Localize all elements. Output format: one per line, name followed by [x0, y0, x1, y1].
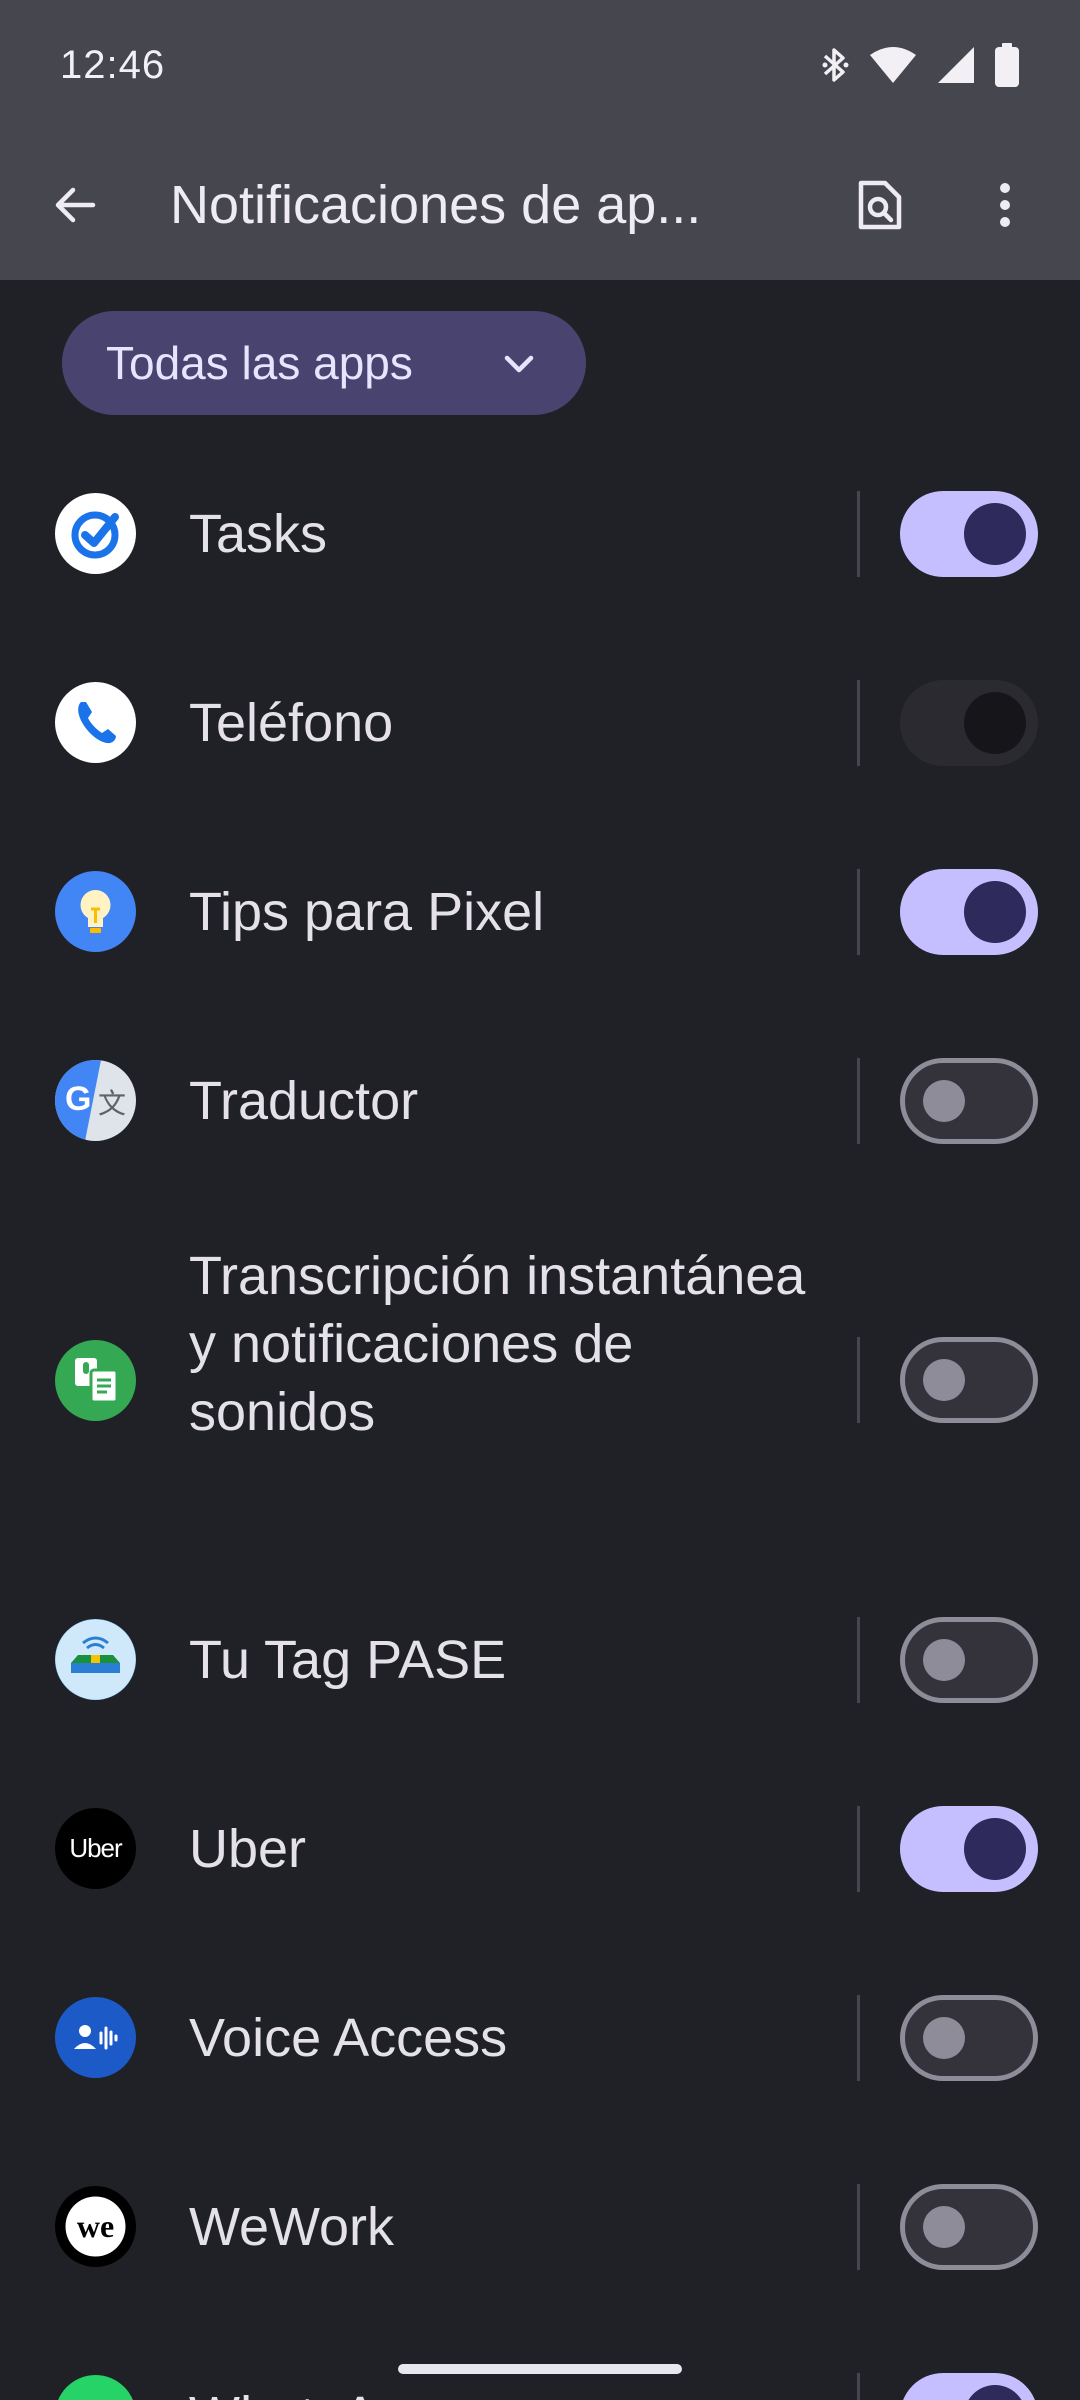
row-divider	[857, 2184, 860, 2270]
tu-tag-pase-notifications-toggle[interactable]	[900, 1617, 1038, 1703]
arrow-back-icon	[55, 187, 96, 223]
app-label: WhatsApp	[189, 2382, 438, 2400]
row-divider	[857, 2373, 860, 2400]
app-label: Traductor	[189, 1071, 419, 1131]
bluetooth-icon	[820, 45, 850, 85]
app-row-telefono[interactable]: Teléfono	[0, 673, 1080, 773]
row-divider	[857, 1337, 860, 1423]
notification-settings-screen: 12:46 Notificaciones de ap... Todas las …	[0, 0, 1080, 2400]
transcripcion-notifications-toggle[interactable]	[900, 1337, 1038, 1423]
chevron-down-icon	[504, 355, 534, 373]
uber-app-icon: Uber	[55, 1808, 136, 1889]
phone-app-icon	[55, 682, 136, 763]
toggle-thumb	[964, 1818, 1026, 1880]
app-label: Tu Tag PASE	[189, 1630, 507, 1690]
status-icons	[820, 43, 1020, 87]
app-label: Tips para Pixel	[189, 882, 545, 942]
row-divider	[857, 1617, 860, 1703]
telefono-notifications-toggle[interactable]	[900, 680, 1038, 766]
home-gesture-bar[interactable]	[398, 2364, 682, 2374]
whatsapp-app-icon	[55, 2375, 136, 2400]
app-row-voice-access[interactable]: Voice Access	[0, 1988, 1080, 2088]
uber-notifications-toggle[interactable]	[900, 1806, 1038, 1892]
toggle-thumb	[923, 1639, 965, 1681]
app-row-tasks[interactable]: Tasks	[0, 484, 1080, 584]
app-row-transcripcion[interactable]: Transcripción instantánea y notificacion…	[0, 1240, 1080, 1520]
page-title: Notificaciones de ap...	[170, 175, 702, 235]
tasks-notifications-toggle[interactable]	[900, 491, 1038, 577]
translate-x-glyph: 文	[98, 1087, 127, 1120]
app-label: Teléfono	[189, 693, 394, 753]
live-transcribe-app-icon	[55, 1340, 136, 1421]
app-label: Voice Access	[189, 2008, 508, 2068]
back-button[interactable]	[40, 170, 110, 240]
app-bar: Notificaciones de ap...	[0, 130, 1080, 280]
search-settings-button[interactable]	[845, 170, 915, 240]
row-divider	[857, 1995, 860, 2081]
wework-logo-text: we	[76, 2208, 115, 2244]
uber-logo-text: Uber	[69, 1833, 122, 1863]
toggle-thumb	[964, 692, 1026, 754]
whatsapp-notifications-toggle[interactable]	[900, 2373, 1038, 2400]
voice-access-notifications-toggle[interactable]	[900, 1995, 1038, 2081]
row-divider	[857, 869, 860, 955]
traductor-notifications-toggle[interactable]	[900, 1058, 1038, 1144]
app-label: Transcripción instantánea y notificacion…	[189, 1246, 806, 1442]
toggle-thumb	[964, 503, 1026, 565]
wework-app-icon: we	[55, 2186, 136, 2267]
app-row-tu-tag-pase[interactable]: Tu Tag PASE	[0, 1610, 1080, 1710]
toggle-thumb	[923, 2017, 965, 2059]
row-divider	[857, 1806, 860, 1892]
tutag-pase-app-icon	[55, 1619, 136, 1700]
battery-icon	[994, 43, 1020, 87]
toggle-thumb	[923, 2206, 965, 2248]
toggle-thumb	[923, 1080, 965, 1122]
app-label: Tasks	[189, 504, 328, 564]
app-label: WeWork	[189, 2197, 395, 2257]
tasks-app-icon	[55, 493, 136, 574]
app-row-uber[interactable]: Uber Uber	[0, 1799, 1080, 1899]
status-bar: 12:46	[0, 0, 1080, 130]
more-vert-icon	[1000, 183, 1010, 227]
app-row-tips-para-pixel[interactable]: Tips para Pixel	[0, 862, 1080, 962]
app-filter-dropdown[interactable]: Todas las apps	[62, 311, 586, 415]
search-in-page-icon	[858, 180, 902, 230]
row-divider	[857, 1058, 860, 1144]
app-label: Uber	[189, 1819, 307, 1879]
more-options-button[interactable]	[970, 170, 1040, 240]
translate-g-glyph: G	[65, 1080, 92, 1118]
toggle-thumb	[964, 881, 1026, 943]
tips-app-icon	[55, 871, 136, 952]
toggle-thumb	[923, 1359, 965, 1401]
translate-app-icon: G 文	[55, 1060, 136, 1141]
wework-notifications-toggle[interactable]	[900, 2184, 1038, 2270]
voice-access-app-icon	[55, 1997, 136, 2078]
wifi-icon	[868, 45, 918, 85]
tips-notifications-toggle[interactable]	[900, 869, 1038, 955]
row-divider	[857, 491, 860, 577]
app-filter-label: Todas las apps	[106, 337, 413, 389]
toggle-thumb	[964, 2385, 1026, 2400]
row-divider	[857, 680, 860, 766]
app-row-traductor[interactable]: G 文 Traductor	[0, 1051, 1080, 1151]
cell-signal-icon	[936, 45, 976, 85]
status-time: 12:46	[60, 42, 166, 87]
app-row-wework[interactable]: we WeWork	[0, 2177, 1080, 2277]
